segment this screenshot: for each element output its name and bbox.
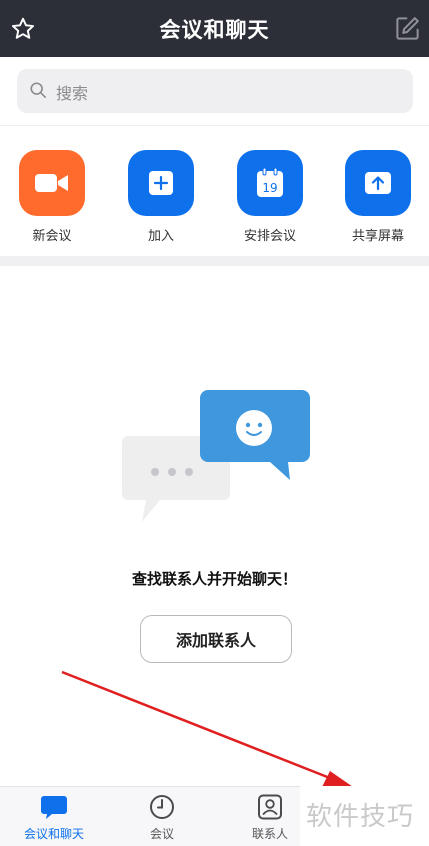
search-section: 搜索 (0, 57, 429, 126)
schedule-button[interactable]: 19 安排会议 (220, 150, 320, 244)
watermark: 软件技巧 (300, 786, 429, 845)
join-label: 加入 (147, 229, 174, 244)
schedule-tile[interactable]: 19 (237, 150, 303, 216)
share-screen-icon (365, 172, 391, 194)
compose-icon[interactable] (394, 15, 421, 42)
quick-actions: 新会议 加入 19 安排会议 共享屏幕 (0, 126, 429, 256)
contacts-icon (258, 794, 282, 820)
search-input[interactable]: 搜索 (17, 69, 413, 113)
section-divider (0, 256, 429, 266)
chat-illustration (122, 390, 310, 522)
add-contact-button[interactable]: 添加联系人 (140, 615, 292, 663)
schedule-label: 安排会议 (243, 229, 296, 244)
tab-label: 会议和聊天 (23, 827, 84, 841)
tab-label: 会议 (149, 827, 174, 841)
new-meeting-tile[interactable] (19, 150, 85, 216)
bottom-tab-bar: 会议和聊天 会议 联系人 (0, 786, 300, 846)
new-meeting-button[interactable]: 新会议 (2, 150, 102, 244)
share-screen-tile[interactable] (345, 150, 411, 216)
tab-meetings[interactable]: 会议 (112, 793, 212, 842)
join-tile[interactable] (128, 150, 194, 216)
page-title: 会议和聊天 (159, 18, 270, 42)
watermark-text: 软件技巧 (306, 802, 415, 832)
empty-state-message: 查找联系人并开始聊天！ (131, 570, 297, 588)
calendar-day: 19 (262, 181, 277, 195)
clock-icon (150, 795, 174, 819)
video-camera-icon (35, 174, 68, 192)
calendar-icon: 19 (257, 167, 283, 197)
chat-bubble-icon (41, 796, 67, 819)
new-meeting-label: 新会议 (32, 229, 72, 244)
search-placeholder: 搜索 (56, 84, 89, 103)
top-header: 会议和聊天 (0, 0, 429, 57)
share-screen-label: 共享屏幕 (351, 229, 404, 244)
plus-icon (149, 171, 173, 195)
share-screen-button[interactable]: 共享屏幕 (328, 150, 428, 244)
tab-meetings-chat[interactable]: 会议和聊天 (4, 793, 104, 842)
search-icon (30, 82, 47, 99)
join-button[interactable]: 加入 (111, 150, 211, 244)
